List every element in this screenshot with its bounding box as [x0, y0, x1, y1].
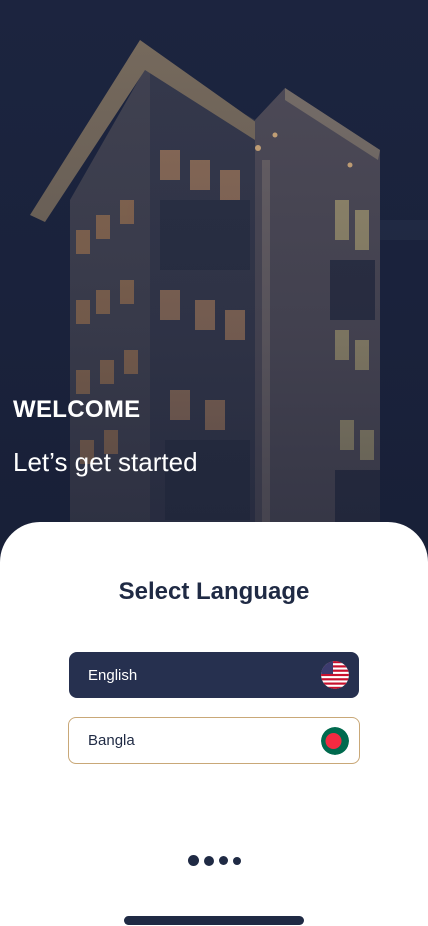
onboarding-screen: WELCOME Let’s get started Select Languag… — [0, 0, 428, 926]
language-option-label: English — [88, 666, 138, 684]
bangladesh-flag-icon — [321, 726, 349, 755]
page-dot — [232, 856, 241, 865]
hero-background: WELCOME Let’s get started — [0, 0, 428, 560]
home-indicator[interactable] — [124, 916, 304, 925]
page-dot — [203, 855, 214, 866]
welcome-subtitle: Let’s get started — [13, 447, 198, 477]
welcome-heading: WELCOME — [13, 396, 141, 423]
language-option-bangla[interactable]: Bangla — [68, 717, 360, 764]
language-option-label: Bangla — [88, 732, 135, 749]
usa-flag-icon — [321, 661, 349, 689]
language-sheet: Select Language English Bangla — [0, 522, 428, 926]
select-language-title: Select Language — [118, 578, 310, 605]
page-dot — [218, 856, 228, 865]
language-option-english[interactable]: English — [69, 652, 359, 698]
page-dot-active — [187, 855, 199, 866]
page-indicator — [0, 855, 428, 866]
